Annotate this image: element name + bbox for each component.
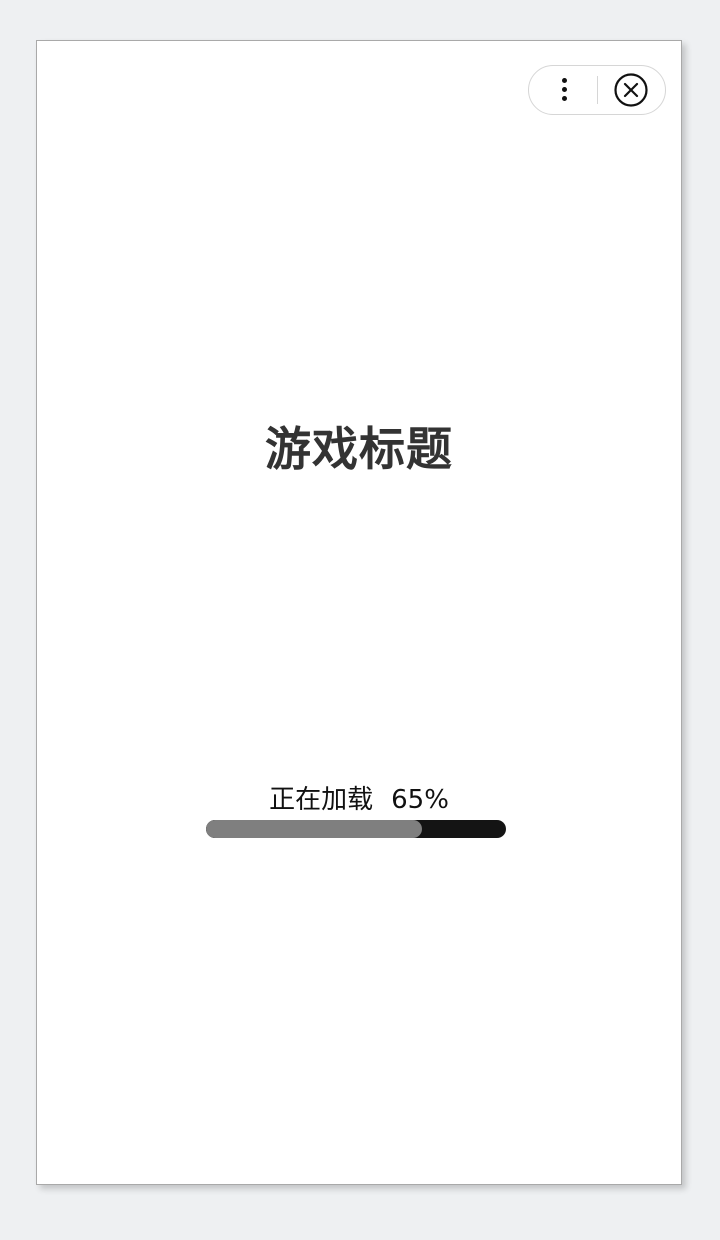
more-vertical-icon xyxy=(562,78,567,83)
close-circle-icon xyxy=(614,73,648,107)
loading-status: 正在加载 65% xyxy=(37,779,681,816)
game-title: 游戏标题 xyxy=(265,422,453,476)
capsule-divider xyxy=(597,76,598,104)
close-button[interactable] xyxy=(614,73,648,107)
more-dot xyxy=(562,96,567,101)
more-button[interactable] xyxy=(529,66,597,114)
more-dot xyxy=(562,87,567,92)
loading-progress-fill xyxy=(206,820,422,838)
mini-program-capsule xyxy=(528,65,666,115)
loading-progress-bar xyxy=(206,820,506,838)
loading-percent: 65% xyxy=(391,785,449,815)
game-screen: 游戏标题 正在加载 65% xyxy=(36,40,682,1185)
loading-label: 正在加载 xyxy=(269,785,374,815)
